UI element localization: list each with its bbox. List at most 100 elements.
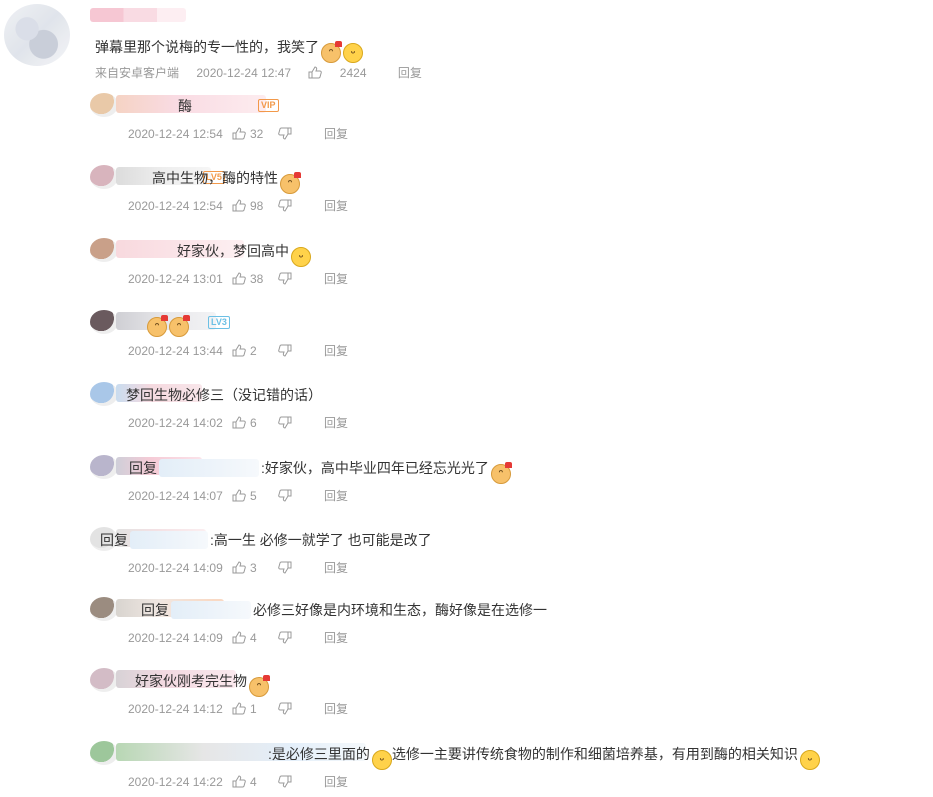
like-count: 4 — [250, 775, 257, 789]
cat-emoji-icon: ᵔ — [321, 41, 342, 63]
reply-text: 好家伙刚考完生物 ᵔ — [135, 671, 270, 697]
reply-avatar[interactable] — [90, 455, 118, 479]
laugh-emoji-icon: ᵕ — [343, 43, 363, 63]
reply-avatar[interactable] — [90, 238, 118, 262]
reply-meta: 2020-12-24 14:07 5 回复 — [128, 487, 348, 504]
timestamp: 2020-12-24 14:09 — [128, 561, 223, 575]
like-count: 3 — [250, 561, 257, 575]
thumbs-up-icon[interactable] — [232, 199, 246, 212]
thumbs-down-icon[interactable] — [278, 561, 292, 574]
thumbs-down-icon[interactable] — [278, 272, 292, 285]
reply-button[interactable]: 回复 — [324, 489, 348, 503]
thumbs-up-icon[interactable] — [232, 561, 246, 574]
comment-text-content: 弹幕里那个说梅的专一性的，我笑了 — [95, 39, 319, 55]
timestamp: 2020-12-24 13:44 — [128, 344, 223, 358]
reply-avatar[interactable] — [90, 382, 118, 406]
reply-item: LV3 ᵔ ᵔ 2020-12-24 13:44 2 回复 — [90, 310, 920, 366]
mentioned-user-blurred[interactable] — [171, 601, 251, 619]
mentioned-user-blurred[interactable] — [130, 531, 208, 549]
reply-text-continued: 选修一主要讲传统食物的制作和细菌培养基，有用到酶的相关知识 — [391, 746, 798, 762]
username-blurred[interactable] — [90, 8, 186, 22]
reply-text-content: :好家伙，高中毕业四年已经忘光光了 — [261, 460, 489, 476]
like-count: 6 — [250, 416, 257, 430]
reply-button[interactable]: 回复 — [324, 561, 348, 575]
reply-avatar[interactable] — [90, 310, 118, 334]
like-count: 1 — [250, 702, 257, 716]
reply-button[interactable]: 回复 — [324, 127, 348, 141]
reply-text-content: 梦回生物必修三（没记错的话） — [126, 387, 322, 403]
thumbs-down-icon[interactable] — [278, 702, 292, 715]
reply-to-label: 回复 — [100, 532, 128, 548]
reply-button[interactable]: 回复 — [324, 272, 348, 286]
reply-button[interactable]: 回复 — [398, 66, 422, 80]
thumbs-down-icon[interactable] — [278, 344, 292, 357]
reply-text-content: 高中生物，酶的特性 — [152, 170, 278, 186]
reply-item: 梦回生物必修三（没记错的话） 2020-12-24 14:02 6 回复 — [90, 382, 920, 438]
reply-item: VIP 酶 2020-12-24 12:54 32 回复 — [90, 93, 920, 149]
thumbs-down-icon[interactable] — [278, 416, 292, 429]
thumbs-up-icon[interactable] — [232, 702, 246, 715]
timestamp: 2020-12-24 14:09 — [128, 631, 223, 645]
reply-item: 好家伙刚考完生物 ᵔ 2020-12-24 14:12 1 回复 — [90, 668, 920, 724]
reply-text-content: :高一生 必修一就学了 也可能是改了 — [210, 532, 432, 548]
like-count: 4 — [250, 631, 257, 645]
reply-text: 回复:好家伙，高中毕业四年已经忘光光了 ᵔ — [129, 458, 512, 484]
laugh-emoji-icon: ᵕ — [291, 247, 311, 267]
reply-button[interactable]: 回复 — [324, 702, 348, 716]
timestamp: 2020-12-24 14:22 — [128, 775, 223, 789]
thumbs-up-icon[interactable] — [232, 272, 246, 285]
reply-button[interactable]: 回复 — [324, 199, 348, 213]
reply-meta: 2020-12-24 14:12 1 回复 — [128, 700, 348, 717]
avatar[interactable] — [4, 4, 70, 66]
reply-avatar[interactable] — [90, 597, 118, 621]
reply-meta: 2020-12-24 13:01 38 回复 — [128, 270, 348, 287]
like-count: 98 — [250, 199, 264, 213]
thumbs-up-icon[interactable] — [232, 775, 246, 788]
thumbs-down-icon[interactable] — [278, 127, 292, 140]
reply-meta: 2020-12-24 14:09 3 回复 — [128, 559, 348, 576]
reply-button[interactable]: 回复 — [324, 416, 348, 430]
reply-to-label: 回复 — [141, 602, 169, 618]
reply-text-content: 酶 — [178, 98, 192, 114]
thumbs-up-icon[interactable] — [232, 127, 246, 140]
timestamp: 2020-12-24 14:02 — [128, 416, 223, 430]
reply-avatar[interactable] — [90, 165, 118, 189]
like-count: 32 — [250, 127, 264, 141]
timestamp: 2020-12-24 12:54 — [128, 127, 223, 141]
reply-meta: 2020-12-24 14:02 6 回复 — [128, 414, 348, 431]
reply-item: VIP回复:好家伙，高中毕业四年已经忘光光了ᵔ2020-12-24 14:075… — [90, 455, 920, 511]
thumbs-down-icon[interactable] — [278, 775, 292, 788]
reply-text: 回复 :高一生 必修一就学了 也可能是改了 — [100, 530, 432, 550]
level-badge: LV3 — [208, 316, 230, 329]
thumbs-down-icon[interactable] — [278, 489, 292, 502]
reply-text-content: 好家伙，梦回高中 — [177, 243, 289, 259]
timestamp: 2020-12-24 12:47 — [196, 66, 292, 80]
reply-meta: 2020-12-24 12:54 98 回复 — [128, 197, 348, 214]
reply-text-content: 必修三好像是内环境和生态，酶好像是在选修一 — [253, 602, 547, 618]
reply-button[interactable]: 回复 — [324, 344, 348, 358]
cat-emoji-icon: ᵔ — [169, 315, 190, 337]
thumbs-up-icon[interactable] — [232, 344, 246, 357]
thumbs-down-icon[interactable] — [278, 631, 292, 644]
reply-item: LV5 高中生物，酶的特性 ᵔ 2020-12-24 12:54 98 回复 — [90, 165, 920, 221]
like-button[interactable]: 2424 — [308, 66, 383, 80]
thumbs-up-icon[interactable] — [232, 489, 246, 502]
reply-avatar[interactable] — [90, 741, 118, 765]
timestamp: 2020-12-24 12:54 — [128, 199, 223, 213]
reply-avatar[interactable] — [90, 668, 118, 692]
thumbs-up-icon[interactable] — [232, 416, 246, 429]
mentioned-user-blurred[interactable] — [159, 459, 259, 477]
reply-text-content: 好家伙刚考完生物 — [135, 673, 247, 689]
laugh-emoji-icon: ᵕ — [799, 750, 820, 770]
reply-meta: 2020-12-24 12:54 32 回复 — [128, 125, 348, 142]
cat-emoji-icon: ᵔ — [147, 315, 168, 337]
thumbs-up-icon[interactable] — [232, 631, 246, 644]
thumbs-down-icon[interactable] — [278, 199, 292, 212]
reply-button[interactable]: 回复 — [324, 631, 348, 645]
like-count: 5 — [250, 489, 257, 503]
reply-button[interactable]: 回复 — [324, 775, 348, 789]
thumbs-up-icon[interactable] — [308, 66, 323, 79]
reply-meta: 2020-12-24 14:22 4 回复 — [128, 773, 348, 790]
reply-avatar[interactable] — [90, 93, 118, 117]
reply-item: 回复 :高一生 必修一就学了 也可能是改了 2020-12-24 14:09 3 回复 — [90, 527, 920, 583]
